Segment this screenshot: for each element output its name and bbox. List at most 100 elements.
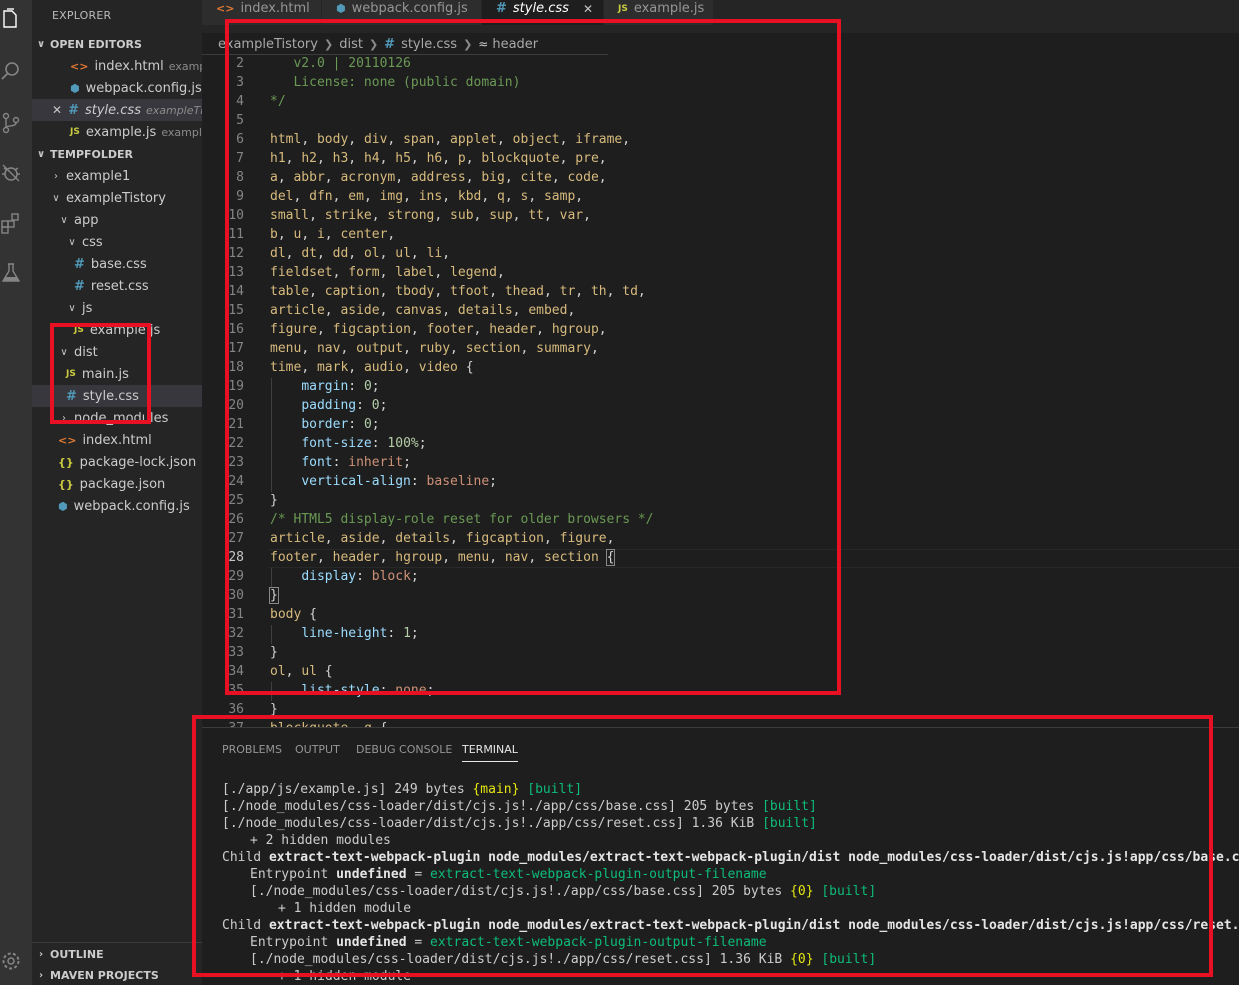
close-icon[interactable]: ✕: [52, 103, 62, 117]
tree-file[interactable]: {} package-lock.json: [32, 451, 202, 473]
code-line: article, aside, canvas, details, embed,: [270, 303, 576, 318]
breadcrumb-item[interactable]: exampleTistory: [218, 37, 318, 52]
line-number: 12: [228, 246, 244, 261]
breadcrumb-item[interactable]: header: [492, 37, 538, 52]
outline-header[interactable]: › OUTLINE: [32, 942, 202, 965]
extensions-icon[interactable]: [0, 212, 22, 234]
activity-bar: [0, 0, 32, 985]
tree-file[interactable]: {} package.json: [32, 473, 202, 495]
line-number: 10: [228, 208, 244, 223]
code-line: html, body, div, span, applet, object, i…: [270, 132, 631, 147]
code-line: }: [269, 587, 279, 604]
editor-tabs: <> index.html ⬢ webpack.config.js # styl…: [202, 0, 1239, 33]
tree-file[interactable]: JS main.js: [32, 363, 202, 385]
line-number: 25: [228, 493, 244, 508]
css-file-icon: #: [74, 278, 85, 294]
search-icon[interactable]: [0, 60, 22, 82]
line-number: 20: [228, 398, 244, 413]
terminal-line: [./node_modules/css-loader/dist/cjs.js!.…: [222, 799, 817, 814]
code-line: border: 0;: [301, 417, 380, 432]
tree-file[interactable]: JS example.js: [32, 319, 202, 341]
line-number: 6: [236, 132, 244, 147]
tab-problems[interactable]: PROBLEMS: [222, 743, 282, 756]
tab-terminal[interactable]: TERMINAL: [462, 743, 518, 762]
line-number: 16: [228, 322, 244, 337]
code-line: font: inherit;: [301, 455, 411, 470]
line-number: 31: [228, 607, 244, 622]
code-line: }: [270, 645, 278, 660]
code-line: list-style: none;: [301, 683, 435, 698]
tab-style-css[interactable]: # style.css ✕: [482, 0, 604, 25]
line-number: 11: [228, 227, 244, 242]
css-file-icon: #: [384, 36, 396, 52]
tree-folder[interactable]: ∨ css: [32, 231, 202, 253]
chevron-down-icon: ∨: [60, 346, 68, 358]
maven-projects-header[interactable]: › MAVEN PROJECTS: [32, 964, 202, 985]
code-line: fieldset, form, label, legend,: [270, 265, 505, 280]
close-tab-icon[interactable]: ✕: [583, 2, 593, 16]
open-editor-item[interactable]: ⬢ webpack.config.js...: [32, 77, 202, 99]
code-line: */: [270, 94, 286, 109]
explorer-title: EXPLORER: [52, 9, 112, 22]
tree-folder[interactable]: › node_modules: [32, 407, 202, 429]
code-line: }: [270, 702, 278, 717]
code-line: vertical-align: baseline;: [301, 474, 497, 489]
line-number: 27: [228, 531, 244, 546]
code-line: ol, ul {: [270, 664, 333, 679]
tree-folder[interactable]: ∨ exampleTistory: [32, 187, 202, 209]
tree-file[interactable]: # base.css: [32, 253, 202, 275]
tab-debug-console[interactable]: DEBUG CONSOLE: [356, 743, 452, 756]
explorer-sidebar: EXPLORER ∨ OPEN EDITORS <> index.html exa…: [32, 0, 202, 985]
terminal-line: Entrypoint undefined = extract-text-webp…: [250, 867, 767, 882]
open-editor-item-active[interactable]: ✕ # style.cssexampleTi...: [32, 99, 202, 121]
terminal-line: [./app/js/example.js] 249 bytes {main} […: [222, 782, 583, 797]
chevron-right-icon: ❯: [463, 37, 473, 51]
json-file-icon: {}: [58, 477, 74, 491]
tab-output[interactable]: OUTPUT: [295, 743, 340, 756]
code-editor[interactable]: 2 v2.0 | 20110126 3 License: none (public…: [202, 55, 1239, 727]
breadcrumb-item[interactable]: style.css: [401, 37, 457, 52]
debug-icon[interactable]: [0, 162, 22, 184]
line-number: 21: [228, 417, 244, 432]
source-control-icon[interactable]: [0, 112, 22, 134]
tree-folder[interactable]: ∨ app: [32, 209, 202, 231]
tree-folder[interactable]: ∨ dist: [32, 341, 202, 363]
tempfolder-header[interactable]: ∨ TEMPFOLDER: [32, 143, 202, 165]
test-flask-icon[interactable]: [0, 262, 22, 284]
open-editor-item[interactable]: JS example.jsexampl...: [32, 121, 202, 143]
open-editors-header[interactable]: ∨ OPEN EDITORS: [32, 33, 202, 55]
js-file-icon: JS: [74, 325, 84, 335]
files-icon[interactable]: [0, 8, 22, 30]
tab-index-html[interactable]: <> index.html: [202, 0, 322, 25]
tree-folder[interactable]: ∨ js: [32, 297, 202, 319]
js-file-icon: JS: [618, 3, 628, 14]
chevron-down-icon: ∨: [52, 192, 60, 204]
css-file-icon: #: [68, 102, 79, 118]
tree-file[interactable]: ⬢ webpack.config.js: [32, 495, 202, 517]
chevron-down-icon: ∨: [60, 214, 68, 226]
terminal-line: + 1 hidden module: [278, 969, 412, 984]
open-editor-item[interactable]: <> index.htmlexampl...: [32, 55, 202, 77]
chevron-down-icon: ∨: [36, 38, 46, 50]
chevron-down-icon: ∨: [36, 148, 46, 160]
line-number: 3: [236, 75, 244, 90]
tree-file-selected[interactable]: # style.css: [32, 385, 202, 407]
chevron-right-icon: ❯: [368, 37, 379, 51]
chevron-right-icon: ›: [62, 412, 66, 424]
tree-file[interactable]: <> index.html: [32, 429, 202, 451]
line-number: 32: [228, 626, 244, 641]
tab-webpack-config[interactable]: ⬢ webpack.config.js: [322, 0, 482, 25]
breadcrumb-item[interactable]: dist: [339, 37, 363, 52]
tree-file[interactable]: # reset.css: [32, 275, 202, 297]
js-file-icon: JS: [66, 369, 76, 379]
chevron-down-icon: ∨: [68, 236, 76, 248]
line-number: 2: [236, 56, 244, 71]
tab-example-js[interactable]: JS example.js: [604, 0, 714, 25]
code-line: menu, nav, output, ruby, section, summar…: [270, 341, 599, 356]
code-line: }: [270, 493, 278, 508]
line-number: 19: [228, 379, 244, 394]
terminal-line: [./node_modules/css-loader/dist/cjs.js!.…: [250, 952, 877, 967]
tree-folder[interactable]: › example1: [32, 165, 202, 187]
settings-gear-icon[interactable]: [0, 950, 22, 972]
terminal-line: + 1 hidden module: [278, 901, 412, 916]
